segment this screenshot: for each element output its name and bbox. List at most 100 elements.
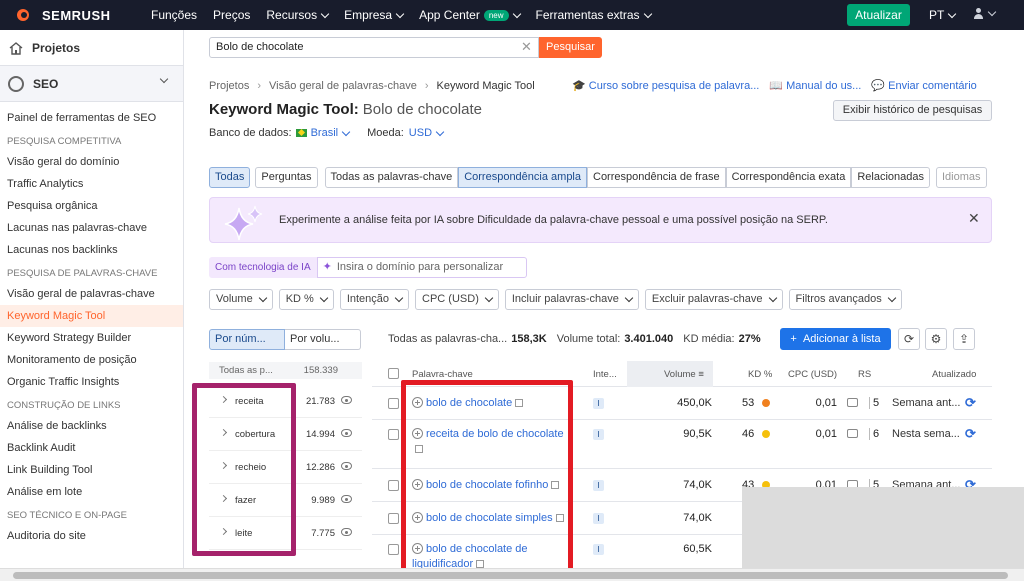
sidebar-item[interactable]: Keyword Strategy Builder (0, 327, 183, 349)
tab-exact-match[interactable]: Correspondência exata (725, 167, 852, 188)
search-input[interactable]: Bolo de chocolate (209, 37, 539, 58)
feedback-link[interactable]: 💬 Enviar comentário (871, 79, 976, 92)
col-volume[interactable]: Volume ≡ (664, 369, 704, 380)
scrollbar-thumb[interactable] (13, 572, 1008, 579)
eye-icon[interactable] (341, 528, 352, 536)
chevron-down-icon (435, 127, 445, 136)
refresh-icon[interactable]: ⟳ (965, 395, 976, 411)
refresh-icon[interactable]: ⟳ (965, 426, 976, 442)
add-to-list-button[interactable]: + Adicionar à lista (780, 328, 891, 350)
database-selector[interactable]: Brasil (292, 127, 351, 139)
nav-item-3[interactable]: Empresa (344, 8, 405, 22)
col-intent[interactable]: Inte... (593, 369, 617, 380)
row-checkbox[interactable] (388, 429, 399, 440)
sidebar-seo-toggle[interactable]: SEO (0, 66, 183, 102)
close-icon[interactable]: ✕ (968, 210, 980, 227)
tab-broad-match[interactable]: Correspondência ampla (458, 167, 587, 188)
currency-selector[interactable]: USD (408, 127, 445, 139)
sidebar-item[interactable]: Análise em lote (0, 481, 183, 503)
sidebar-projects[interactable]: Projetos (0, 30, 183, 66)
sidebar-item[interactable]: Lacunas nas palavras-chave (0, 217, 183, 239)
eye-icon[interactable] (341, 495, 352, 503)
manual-link[interactable]: 📖 Manual do us... (769, 79, 861, 92)
eye-icon[interactable] (341, 396, 352, 404)
sidebar-item[interactable]: Link Building Tool (0, 459, 183, 481)
nav-item-4[interactable]: App Center new (419, 8, 521, 22)
language-selector[interactable]: PT (929, 8, 957, 22)
search-history-button[interactable]: Exibir histórico de pesquisas (833, 100, 992, 121)
semrush-logo[interactable]: SEMRUSH (14, 8, 136, 23)
summary-all-label: Todas as palavras-cha... (388, 333, 508, 345)
refresh-icon[interactable]: ⟳ (898, 328, 920, 350)
sidebar-item[interactable]: Pesquisa orgânica (0, 195, 183, 217)
tab-all-keywords[interactable]: Todas as palavras-chave (324, 167, 459, 188)
sidebar-item[interactable]: Organic Traffic Insights (0, 371, 183, 393)
row-checkbox[interactable] (388, 480, 399, 491)
nav-item-1[interactable]: Preços (213, 8, 250, 22)
sidebar-item[interactable]: Análise de backlinks (0, 415, 183, 437)
sidebar-item[interactable]: Traffic Analytics (0, 173, 183, 195)
sidebar-item[interactable]: Visão geral do domínio (0, 151, 183, 173)
row-checkbox[interactable] (388, 513, 399, 524)
sidebar-item[interactable]: Visão geral de palavras-chave (0, 283, 183, 305)
user-menu[interactable] (973, 7, 997, 19)
sidebar: Projetos SEO Painel de ferramentas de SE… (0, 30, 184, 581)
currency-value: USD (408, 127, 433, 139)
filter-dropdown-3[interactable]: CPC (USD) (415, 289, 499, 310)
tab-languages[interactable]: Idiomas (935, 167, 987, 188)
sort-by-number-button[interactable]: Por núm... (209, 329, 285, 350)
ai-promo-banner: Experimente a análise feita por IA sobre… (209, 197, 992, 243)
sort-by-volume-button[interactable]: Por volu... (285, 329, 361, 350)
sidebar-item[interactable]: Keyword Magic Tool (0, 305, 183, 327)
summary-volume-value: 3.401.040 (624, 333, 674, 345)
breadcrumb-projects[interactable]: Projetos (209, 80, 249, 92)
eye-icon[interactable] (341, 462, 352, 470)
page-title-text: Keyword Magic Tool: (209, 101, 359, 118)
sidebar-item[interactable]: Auditoria do site (0, 525, 183, 547)
sidebar-item[interactable]: Backlink Audit (0, 437, 183, 459)
clear-icon[interactable]: ✕ (521, 40, 532, 53)
gear-icon[interactable]: ⚙ (925, 328, 947, 350)
eye-icon[interactable] (341, 429, 352, 437)
filter-dropdown-0[interactable]: Volume (209, 289, 273, 310)
nav-item-5[interactable]: Ferramentas extras (536, 8, 652, 22)
export-icon[interactable]: ⇪ (953, 328, 975, 350)
col-keyword[interactable]: Palavra-chave (412, 369, 473, 380)
sidebar-item[interactable]: Monitoramento de posição (0, 349, 183, 371)
nav-item-0[interactable]: Funções (151, 8, 197, 22)
group-sort-toggle: Por núm... Por volu... (209, 329, 361, 350)
tab-phrase-match[interactable]: Correspondência de frase (587, 167, 726, 188)
semrush-logo-icon (14, 8, 38, 22)
col-updated[interactable]: Atualizado (932, 369, 976, 380)
sidebar-item[interactable]: Painel de ferramentas de SEO (0, 107, 183, 129)
filter-dropdown-6[interactable]: Filtros avançados (788, 289, 902, 310)
filter-dropdown-5[interactable]: Excluir palavras-chave (644, 289, 783, 310)
serp-features-icon[interactable] (847, 429, 858, 438)
filter-dropdown-1[interactable]: KD % (278, 289, 334, 310)
col-kd[interactable]: KD % (748, 369, 772, 380)
tab-all[interactable]: Todas (209, 167, 251, 188)
page-title: Keyword Magic Tool: Bolo de chocolate (209, 101, 482, 118)
search-button[interactable]: Pesquisar (539, 37, 602, 58)
select-all-checkbox[interactable] (388, 368, 399, 379)
filter-dropdown-2[interactable]: Intenção (339, 289, 410, 310)
tab-questions[interactable]: Perguntas (255, 167, 318, 188)
sidebar-item[interactable]: Lacunas nos backlinks (0, 239, 183, 261)
filter-dropdown-4[interactable]: Incluir palavras-chave (504, 289, 639, 310)
row-checkbox[interactable] (388, 398, 399, 409)
upgrade-button[interactable]: Atualizar (847, 4, 910, 26)
breadcrumb-keyword-overview[interactable]: Visão geral de palavras-chave (269, 80, 417, 92)
serp-features-icon[interactable] (847, 398, 858, 407)
chevron-down-icon (948, 9, 957, 18)
course-link[interactable]: 🎓 Curso sobre pesquisa de palavra... (572, 79, 759, 92)
horizontal-scrollbar[interactable] (0, 568, 1024, 581)
row-checkbox[interactable] (388, 544, 399, 555)
col-cpc[interactable]: CPC (USD) (788, 369, 837, 380)
group-count: 7.775 (311, 528, 335, 539)
database-row: Banco de dados: Brasil Moeda: USD (209, 127, 445, 139)
tab-related[interactable]: Relacionadas (851, 167, 930, 188)
domain-personalize-input[interactable]: ✦ Insira o domínio para personalizar (316, 257, 527, 278)
col-serp[interactable]: RS (858, 369, 871, 380)
chevron-down-icon (987, 7, 997, 17)
nav-item-2[interactable]: Recursos (266, 8, 330, 22)
